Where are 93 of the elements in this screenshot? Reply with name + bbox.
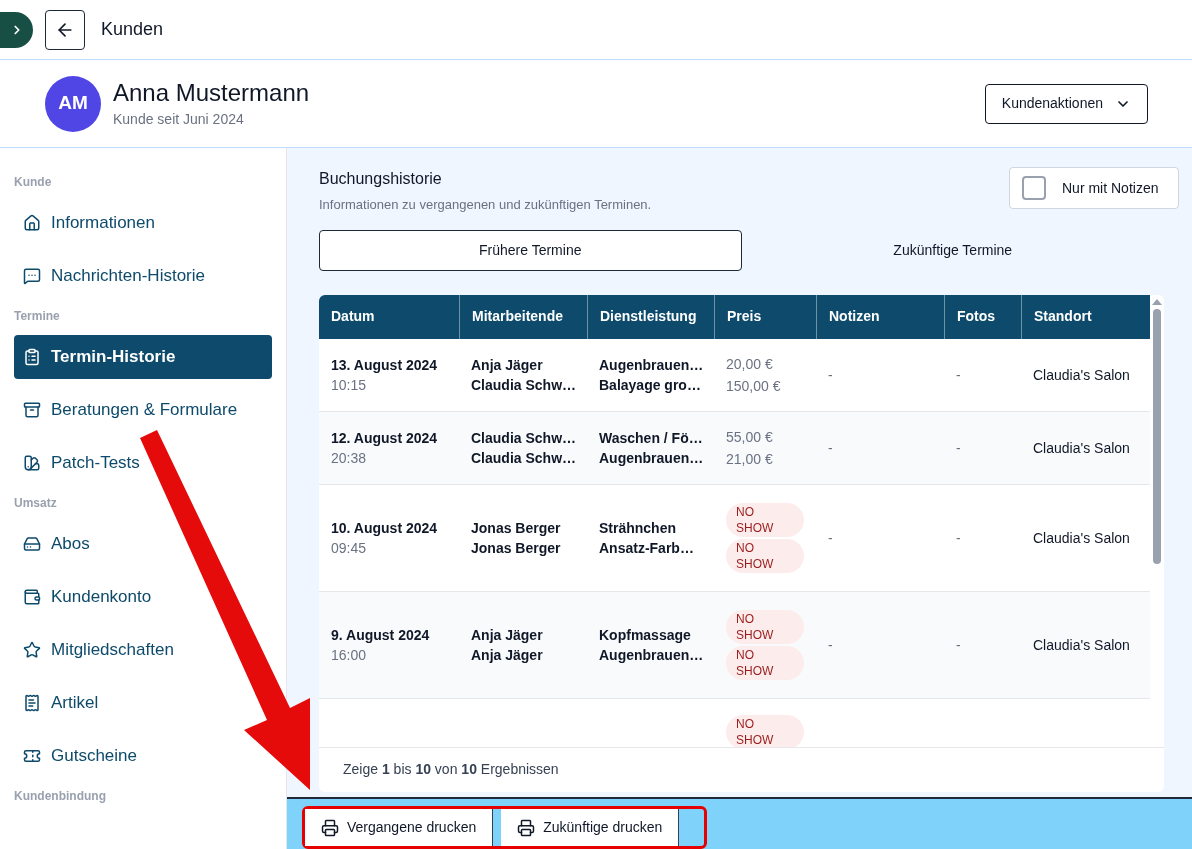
service-name: Augenbrauen… <box>599 645 702 665</box>
tab[interactable]: Frühere Termine <box>319 229 742 271</box>
column-header[interactable]: Preis <box>727 306 762 327</box>
staff-name: Jonas Berger <box>471 538 562 558</box>
no-show-badge: NO SHOW <box>726 714 804 747</box>
sidebar-item[interactable]: Termin-Historie <box>14 335 272 379</box>
server-icon <box>23 535 41 553</box>
no-show-badge: NO SHOW <box>726 609 804 644</box>
column-header[interactable]: Mitarbeitende <box>472 306 563 327</box>
receipt-icon <box>23 694 41 712</box>
sidebar-item[interactable]: Mitgliedschaften <box>14 628 183 672</box>
back-button[interactable] <box>45 9 85 50</box>
service-name: Balayage gro… <box>599 375 702 395</box>
service-name: Ansatz-Farb… <box>599 538 695 558</box>
tray-icon <box>23 401 41 419</box>
chat-icon <box>23 267 41 285</box>
location-cell: Claudia's Salon <box>1033 366 1130 383</box>
ticket-icon <box>23 747 41 765</box>
date-text: 10. August 2024 <box>331 518 439 538</box>
time-text: 10:15 <box>331 375 368 395</box>
column-header[interactable]: Standort <box>1034 306 1092 327</box>
date-text: 12. August 2024 <box>331 428 439 448</box>
sidebar-item[interactable]: Abos <box>14 522 99 566</box>
location-cell: Claudia's Salon <box>1033 529 1130 546</box>
photos-cell: - <box>956 439 961 456</box>
printer-icon <box>517 818 536 837</box>
staff-name: Claudia Schw… <box>471 428 575 448</box>
sidebar-item[interactable]: Nachrichten-Historie <box>14 254 214 298</box>
staff-name: Anja Jäger <box>471 625 544 645</box>
price-text: 150,00 € <box>726 376 782 396</box>
time-text: 20:38 <box>331 448 368 468</box>
service-name: Waschen / Fö… <box>599 428 702 448</box>
location-cell: Claudia's Salon <box>1033 636 1130 653</box>
home-icon <box>23 214 41 232</box>
photos-cell: - <box>956 636 961 653</box>
customer-name: Anna Mustermann <box>113 78 310 108</box>
sidebar-section-label: Termine <box>14 308 61 325</box>
customer-actions-dropdown[interactable]: Kundenaktionen <box>984 83 1148 124</box>
print-button[interactable]: Zukünftige drucken <box>501 809 680 846</box>
sidebar-item[interactable]: Artikel <box>14 681 108 725</box>
price-text: 55,00 € <box>726 427 774 447</box>
swatch-icon <box>23 454 41 472</box>
tab[interactable]: Zukünftige Termine <box>741 229 1164 271</box>
printer-icon <box>321 818 339 837</box>
notes-cell: - <box>828 636 833 653</box>
service-name: Augenbrauen… <box>599 355 702 375</box>
service-name: Augenbrauen… <box>599 448 702 468</box>
time-text: 16:00 <box>331 645 368 665</box>
sidebar-section-label: Umsatz <box>14 495 58 512</box>
no-show-badge: NO SHOW <box>726 538 804 573</box>
staff-name: Anja Jäger <box>471 645 544 665</box>
wallet-icon <box>23 588 41 606</box>
sidebar-item[interactable]: Beratungen & Formulare <box>14 388 247 432</box>
location-cell: Claudia's Salon <box>1033 439 1130 456</box>
notes-cell: - <box>828 529 833 546</box>
date-text: 9. August 2024 <box>331 625 431 645</box>
photos-cell: - <box>956 529 961 546</box>
page-title: Kunden <box>101 18 164 41</box>
avatar: AM <box>45 75 101 132</box>
price-text: 21,00 € <box>726 449 774 469</box>
no-show-badge: NO SHOW <box>726 645 804 680</box>
no-show-badge: NO SHOW <box>726 502 804 537</box>
staff-name: Claudia Schw… <box>471 448 575 468</box>
column-header[interactable]: Dienstleistung <box>600 306 697 327</box>
staff-name: Claudia Schw… <box>471 375 575 395</box>
service-name: Strähnchen <box>599 518 677 538</box>
expand-sidebar-button[interactable] <box>0 11 33 48</box>
notes-cell: - <box>828 366 833 383</box>
notes-cell: - <box>828 439 833 456</box>
column-header[interactable]: Datum <box>331 306 375 327</box>
clipboard-icon <box>23 348 41 366</box>
date-text: 13. August 2024 <box>331 355 439 375</box>
results-summary: Zeige 1 bis 10 von 10 Ergebnissen <box>343 760 559 779</box>
section-title: Buchungshistorie <box>319 169 443 189</box>
staff-name: Anja Jäger <box>471 355 544 375</box>
service-name: Kopfmassage <box>599 625 692 645</box>
column-header[interactable]: Notizen <box>829 306 880 327</box>
time-text: 09:45 <box>331 538 368 558</box>
sidebar-section-label: Kundenbindung <box>14 788 107 805</box>
staff-name: Jonas Berger <box>471 518 562 538</box>
price-text: 20,00 € <box>726 354 774 374</box>
photos-cell: - <box>956 366 961 383</box>
section-subtitle: Informationen zu vergangenen und zukünftigen Terminen. <box>319 196 652 214</box>
sidebar-section-label: Kunde <box>14 174 53 191</box>
column-header[interactable]: Fotos <box>957 306 996 327</box>
print-button[interactable]: Vergangene drucken <box>305 809 494 846</box>
customer-since: Kunde seit Juni 2024 <box>113 110 245 129</box>
sidebar-item[interactable]: Patch-Tests <box>14 441 149 485</box>
notes-filter-checkbox[interactable]: Nur mit Notizen <box>1009 167 1179 209</box>
sidebar-item[interactable]: Gutscheine <box>14 734 146 778</box>
star-icon <box>23 641 41 659</box>
sidebar-item[interactable]: Kundenkonto <box>14 575 161 619</box>
sidebar-item[interactable]: Informationen <box>14 201 164 245</box>
